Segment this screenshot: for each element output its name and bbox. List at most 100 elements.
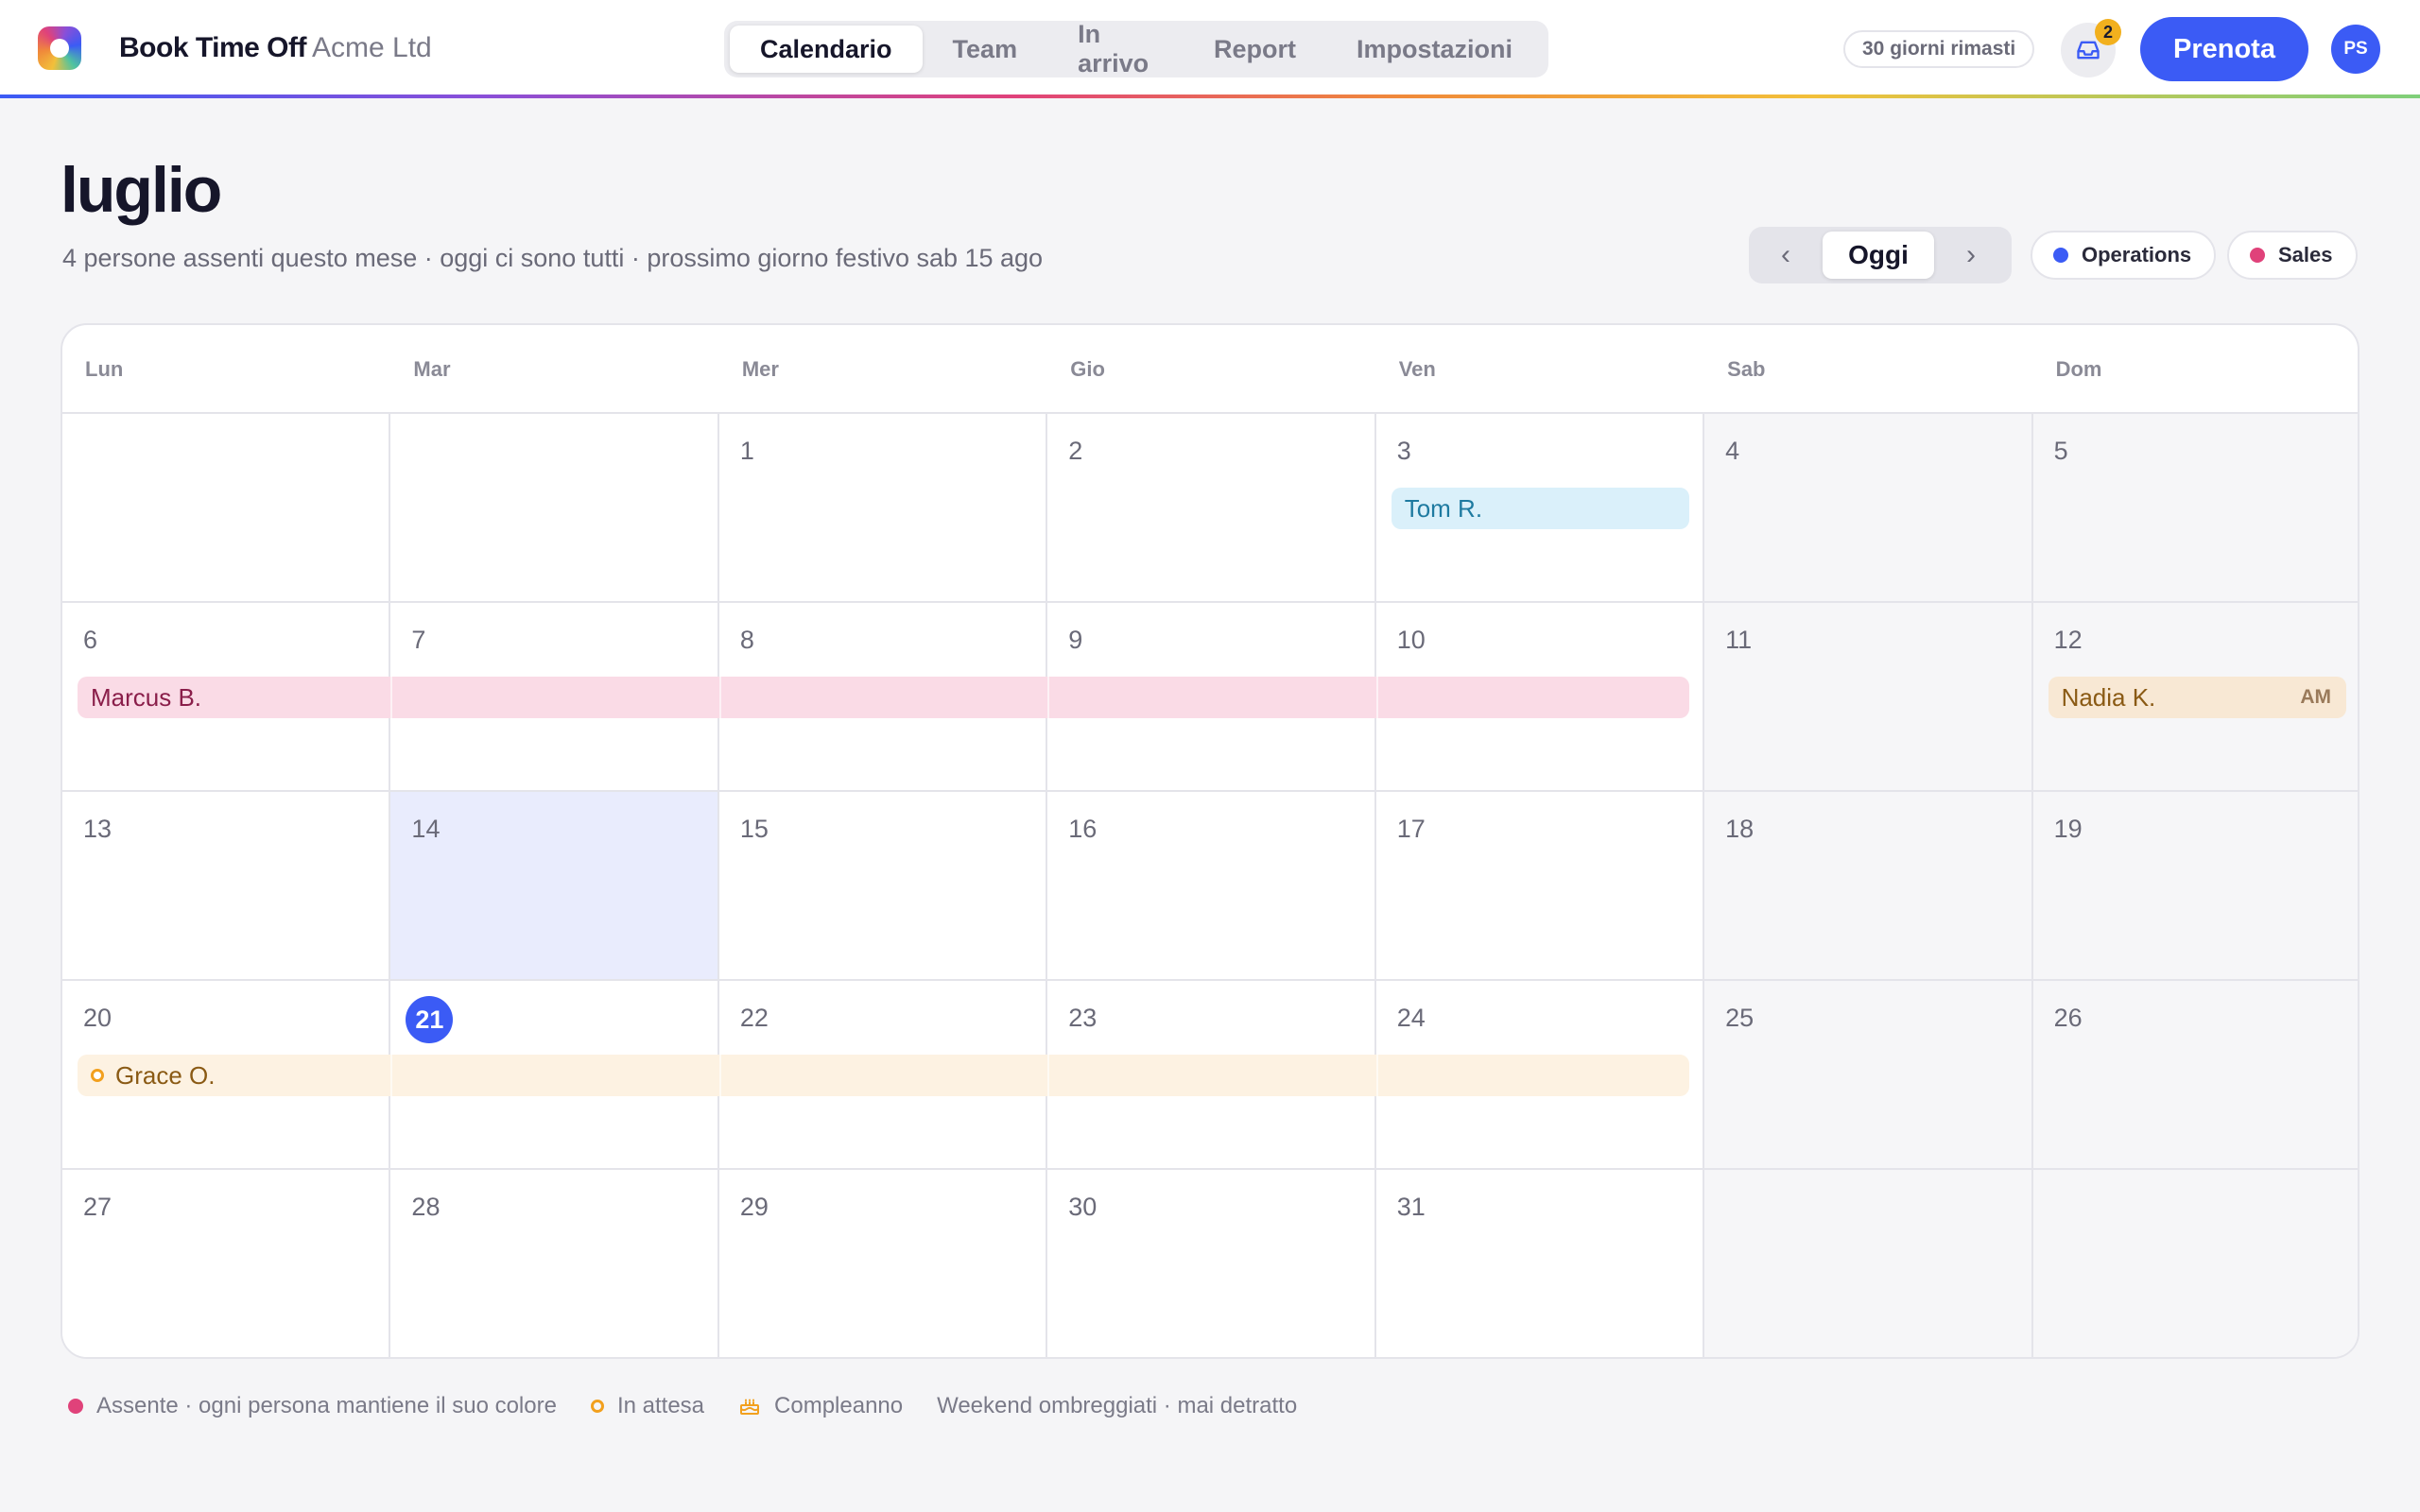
- weekday-label: Lun: [85, 357, 124, 381]
- day-separator: [1375, 677, 1378, 718]
- legend-weekend: Weekend ombreggiati · mai detratto: [937, 1393, 1297, 1419]
- absence-event[interactable]: Grace O.: [78, 1055, 1690, 1096]
- weekday-label: Gio: [1070, 357, 1105, 381]
- legend-birthday-label: Compleanno: [774, 1393, 904, 1418]
- day-separator: [718, 1055, 721, 1096]
- day-number: 13: [83, 815, 112, 843]
- day-number: 17: [1396, 815, 1426, 843]
- prev-month-button[interactable]: ‹: [1749, 232, 1823, 279]
- sales-color-dot: [2250, 248, 2265, 263]
- top-bar: Book Time Off Acme Ltd Calendario Team I…: [0, 0, 2420, 98]
- tab-report[interactable]: Report: [1184, 26, 1326, 73]
- inbox-count-badge: 2: [2095, 19, 2121, 45]
- day-number: 30: [1068, 1193, 1098, 1221]
- month-summary: 4 persone assenti questo mese · oggi ci …: [62, 244, 1044, 272]
- month-calendar: Lun Mar Mer Gio Ven Sab Dom 1 2 3 4 5 6 7 8 9 10 11 12 13 1…: [60, 323, 2360, 1359]
- day-cell[interactable]: 1: [718, 414, 1048, 603]
- legend-birthday: Compleanno: [738, 1393, 903, 1419]
- day-cell[interactable]: 14: [390, 792, 719, 981]
- day-number: 29: [739, 1193, 769, 1221]
- month-navigation: ‹ Oggi ›: [1749, 227, 2012, 284]
- tab-in-arrivo[interactable]: In arrivo: [1047, 20, 1184, 77]
- day-number: 5: [2053, 437, 2068, 465]
- day-cell[interactable]: 25: [1704, 981, 2033, 1170]
- day-number: 3: [1396, 437, 1411, 465]
- user-avatar[interactable]: PS: [2331, 25, 2380, 74]
- day-number: 7: [411, 626, 426, 654]
- month-title: luglio: [60, 154, 222, 226]
- day-cell[interactable]: 13: [62, 792, 391, 981]
- day-cell[interactable]: 26: [2032, 981, 2358, 1170]
- today-button[interactable]: Oggi: [1823, 232, 1934, 279]
- day-number: 28: [411, 1193, 441, 1221]
- day-number: 11: [1725, 626, 1753, 654]
- day-number: 15: [739, 815, 769, 843]
- day-cell[interactable]: 19: [2032, 792, 2358, 981]
- today-marker: 21: [406, 996, 454, 1043]
- day-cell[interactable]: 11: [1704, 603, 2033, 792]
- filter-operations[interactable]: Operations: [2031, 231, 2217, 280]
- day-cell[interactable]: 2: [1047, 414, 1376, 603]
- absence-event[interactable]: Nadia K. AM: [2048, 677, 2346, 718]
- day-number: 25: [1725, 1004, 1754, 1032]
- day-number: 24: [1396, 1004, 1426, 1032]
- day-cell[interactable]: 5: [2032, 414, 2358, 603]
- weekday-label: Mar: [413, 357, 451, 381]
- filter-sales[interactable]: Sales: [2227, 231, 2358, 280]
- day-number: 26: [2053, 1004, 2083, 1032]
- event-person-name: Nadia K.: [2061, 682, 2156, 712]
- legend-absent: Assente · ogni persona mantiene il suo c…: [68, 1393, 557, 1419]
- day-separator: [390, 1055, 393, 1096]
- day-cell[interactable]: 31: [1375, 1170, 1705, 1357]
- cake-icon: [740, 1399, 760, 1415]
- event-person-name: Tom R.: [1404, 493, 1483, 523]
- tab-calendario[interactable]: Calendario: [730, 26, 923, 73]
- day-number: 10: [1396, 626, 1426, 654]
- weekday-label: Ven: [1398, 357, 1436, 381]
- weekday-header: Lun Mar Mer Gio Ven Sab Dom: [62, 325, 2358, 414]
- chevron-right-icon: ›: [1966, 239, 1976, 270]
- day-number: 12: [2053, 626, 2083, 654]
- next-month-button[interactable]: ›: [1934, 232, 2008, 279]
- filter-sales-label: Sales: [2278, 243, 2333, 266]
- day-cell[interactable]: 16: [1047, 792, 1376, 981]
- absence-event[interactable]: Marcus B.: [78, 677, 1690, 718]
- legend-weekend-label: Weekend ombreggiati · mai detratto: [937, 1393, 1298, 1418]
- day-cell[interactable]: 15: [718, 792, 1048, 981]
- day-number: 1: [739, 437, 754, 465]
- day-number: 16: [1068, 815, 1098, 843]
- day-number: 20: [83, 1004, 112, 1032]
- day-number: 9: [1068, 626, 1083, 654]
- tab-impostazioni[interactable]: Impostazioni: [1326, 26, 1543, 73]
- day-separator: [390, 677, 393, 718]
- absence-event[interactable]: Tom R.: [1391, 488, 1690, 529]
- legend-absent-label: Assente · ogni persona mantiene il suo c…: [96, 1393, 557, 1418]
- day-cell[interactable]: 18: [1704, 792, 2033, 981]
- day-separator: [1047, 1055, 1050, 1096]
- weekday-label: Mer: [741, 357, 779, 381]
- tab-team[interactable]: Team: [923, 26, 1048, 73]
- event-person-name: Grace O.: [115, 1060, 216, 1090]
- brand-name: Book Time Off: [119, 32, 306, 63]
- day-cell[interactable]: 17: [1375, 792, 1705, 981]
- empty-day-cell: [2032, 1170, 2358, 1357]
- day-cell[interactable]: 30: [1047, 1170, 1376, 1357]
- half-day-tag: AM: [2300, 686, 2331, 708]
- empty-day-cell: [1704, 1170, 2033, 1357]
- day-cell[interactable]: 28: [390, 1170, 719, 1357]
- day-cell[interactable]: 29: [718, 1170, 1048, 1357]
- filter-operations-label: Operations: [2082, 243, 2192, 266]
- day-number: 6: [83, 626, 98, 654]
- header-gradient-divider: [0, 94, 2420, 98]
- day-separator: [1047, 677, 1050, 718]
- day-separator: [1375, 1055, 1378, 1096]
- day-number: 23: [1068, 1004, 1098, 1032]
- empty-day-cell: [390, 414, 719, 603]
- day-number: 4: [1725, 437, 1740, 465]
- day-number: 27: [83, 1193, 112, 1221]
- day-number: 8: [739, 626, 754, 654]
- book-button[interactable]: Prenota: [2140, 17, 2308, 81]
- day-cell[interactable]: 4: [1704, 414, 2033, 603]
- org-name: Acme Ltd: [312, 32, 432, 63]
- day-cell[interactable]: 27: [62, 1170, 391, 1357]
